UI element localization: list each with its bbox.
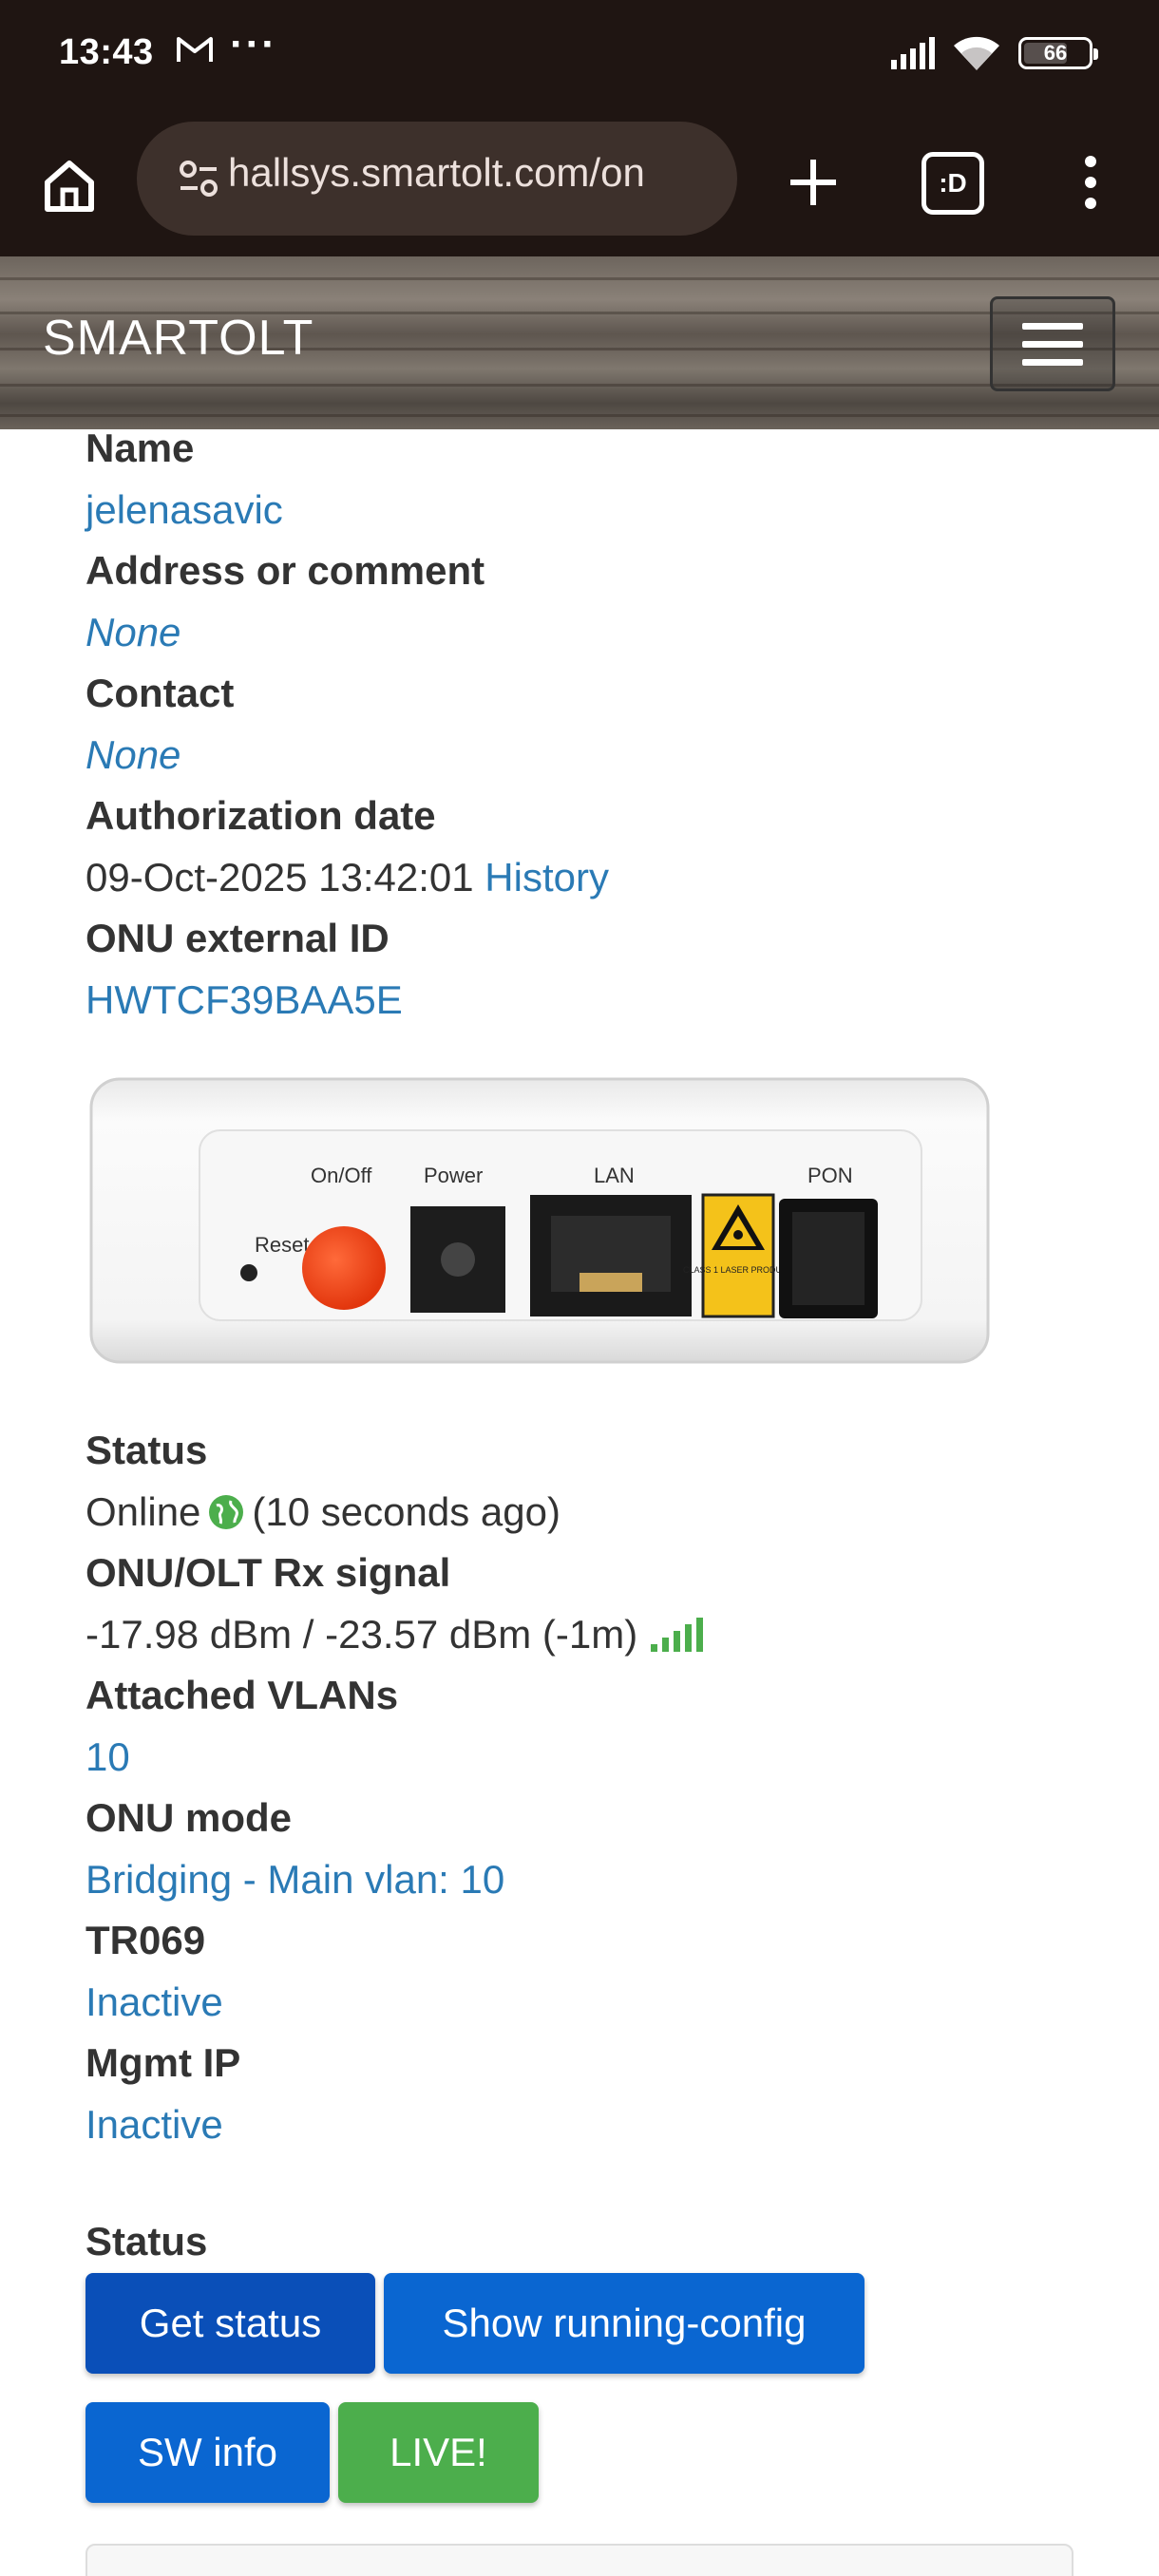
menu-dot: [1085, 198, 1096, 209]
power-label: Power: [424, 1164, 483, 1187]
navbar-toggle-button[interactable]: [990, 296, 1115, 391]
onu-details: Name jelenasavic Address or comment None…: [86, 418, 1074, 1031]
history-link[interactable]: History: [484, 855, 609, 900]
contact-value[interactable]: None: [86, 724, 1074, 786]
output-panel: [86, 2544, 1074, 2576]
browser-menu-button[interactable]: [1074, 148, 1108, 217]
status-ago: (10 seconds ago): [252, 1489, 560, 1534]
reset-label: Reset: [255, 1233, 309, 1257]
menu-dot: [1085, 177, 1096, 188]
tab-switcher-button[interactable]: :D: [922, 152, 984, 215]
browser-toolbar: hallsys.smartolt.com/on :D: [0, 114, 1159, 256]
mgmt-ip-label: Mgmt IP: [86, 2040, 241, 2085]
menu-dot: [1085, 156, 1096, 167]
clock: 13:43: [59, 32, 154, 72]
vlans-value[interactable]: 10: [86, 1726, 1074, 1788]
address-value[interactable]: None: [86, 601, 1074, 663]
vlans-label: Attached VLANs: [86, 1673, 399, 1717]
name-value[interactable]: jelenasavic: [86, 479, 1074, 540]
system-status-bar: 13:43 ··· 66: [0, 0, 1159, 114]
pon-label: PON: [808, 1164, 853, 1187]
external-id-label: ONU external ID: [86, 916, 390, 960]
hamburger-line: [1022, 322, 1083, 330]
live-button[interactable]: LIVE!: [338, 2402, 539, 2503]
url-text[interactable]: hallsys.smartolt.com/on: [228, 150, 722, 196]
brand-logo[interactable]: SMARTOLT: [43, 310, 314, 367]
lan-label: LAN: [594, 1164, 635, 1187]
globe-online-icon: [209, 1494, 244, 1529]
gmail-icon: [176, 34, 214, 69]
cell-signal-icon: [891, 37, 935, 69]
battery-level: 66: [1043, 41, 1068, 65]
onu-mode-value[interactable]: Bridging - Main vlan: 10: [86, 1848, 1074, 1910]
site-settings-icon[interactable]: [179, 160, 218, 198]
status-row: Online (10 seconds ago): [86, 1481, 1074, 1543]
authorization-date-label: Authorization date: [86, 793, 436, 838]
onu-mode-label: ONU mode: [86, 1795, 293, 1840]
tr069-value[interactable]: Inactive: [86, 1971, 1074, 2033]
name-label: Name: [86, 426, 195, 470]
get-status-button[interactable]: Get status: [86, 2273, 375, 2374]
authorization-date-row: 09-Oct-2025 13:42:01 History: [86, 846, 1074, 908]
wifi-icon: [954, 36, 999, 70]
home-icon: [45, 161, 94, 212]
address-label: Address or comment: [86, 548, 485, 593]
status-value: Online: [86, 1489, 201, 1534]
contact-label: Contact: [86, 671, 235, 715]
external-id-value[interactable]: HWTCF39BAA5E: [86, 969, 1074, 1031]
hamburger-line: [1022, 340, 1083, 348]
status-label: Status: [86, 1428, 208, 1472]
plus-icon: [790, 160, 836, 205]
signal-row: -17.98 dBm / -23.57 dBm (-1m): [86, 1603, 1074, 1665]
new-tab-button[interactable]: [779, 148, 847, 217]
authorization-date-value: 09-Oct-2025 13:42:01: [86, 855, 474, 900]
tr069-label: TR069: [86, 1918, 206, 1962]
battery-indicator: 66: [1018, 37, 1098, 69]
onu-device-image: Reset On/Off Power LAN CLASS 1 LASER PRO…: [86, 1073, 994, 1368]
more-notifications-icon: ···: [230, 21, 277, 67]
site-navbar: SMARTOLT: [0, 256, 1159, 429]
on-off-label: On/Off: [311, 1164, 372, 1187]
onu-status-details: Status Online (10 seconds ago) ONU/OLT R…: [86, 1420, 1074, 2155]
laser-warning-label: CLASS 1 LASER PRODUCT: [683, 1265, 794, 1275]
signal-strength-icon: [651, 1617, 704, 1652]
sw-info-button[interactable]: SW info: [86, 2402, 330, 2503]
signal-value: -17.98 dBm / -23.57 dBm (-1m): [86, 1612, 638, 1657]
show-running-config-button[interactable]: Show running-config: [384, 2273, 864, 2374]
actions-section-label: Status: [86, 2219, 208, 2263]
hamburger-line: [1022, 358, 1083, 366]
home-button[interactable]: [36, 152, 103, 218]
mgmt-ip-value[interactable]: Inactive: [86, 2093, 1074, 2155]
signal-label: ONU/OLT Rx signal: [86, 1550, 451, 1595]
address-bar[interactable]: hallsys.smartolt.com/on: [137, 122, 737, 236]
